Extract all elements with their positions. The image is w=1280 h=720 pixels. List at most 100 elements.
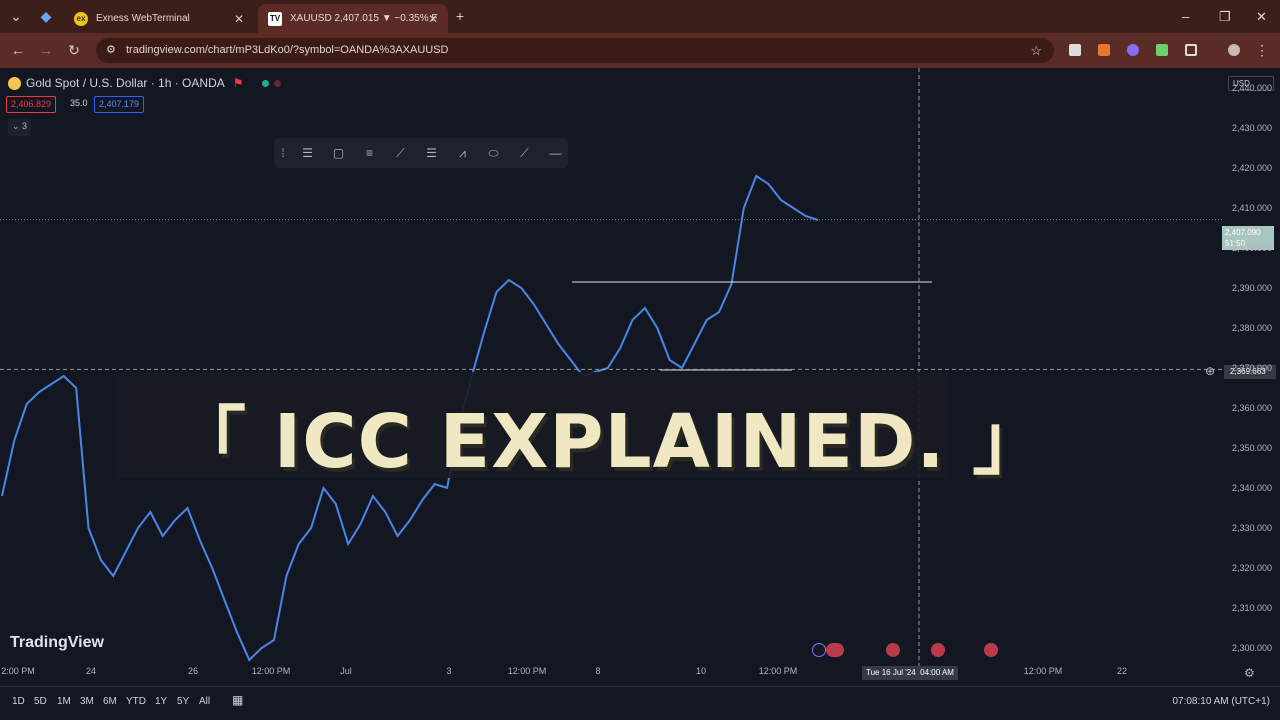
price-axis-tick: 2,380.000 — [1231, 323, 1272, 333]
url-text: tradingview.com/chart/mP3LdKo0/?symbol=O… — [126, 44, 449, 56]
us-event-flag-icon[interactable] — [826, 643, 844, 657]
chevron-down-icon: ⌄ — [12, 121, 23, 131]
drag-handle-icon[interactable]: ⁞ — [280, 146, 286, 160]
site-info-icon[interactable]: ⚙ — [106, 38, 116, 63]
range-5y[interactable]: 5Y — [177, 696, 189, 707]
exness-favicon-icon: ex — [74, 11, 88, 26]
ray-icon[interactable]: ⟋ — [515, 146, 534, 160]
spread-value: 35.0 — [70, 98, 88, 108]
path-icon[interactable]: ⩘ — [453, 146, 472, 160]
time-axis-tick: 12:00 PM — [758, 666, 798, 676]
fib-icon[interactable]: ☰ — [422, 146, 441, 160]
brand-text: TradingView — [10, 634, 104, 651]
time-axis-tick: Jul — [340, 666, 352, 676]
parallel-channel-icon[interactable]: ≡ — [360, 146, 379, 160]
ask-button[interactable]: 2,407.179 — [94, 96, 145, 113]
price-axis-tick: 2,370.000 — [1231, 363, 1272, 373]
gold-symbol-icon — [8, 76, 21, 90]
tradingview-logo: TradingView — [10, 634, 104, 652]
flag-icon[interactable]: ⚑ — [233, 76, 244, 90]
extension-green-icon[interactable] — [1156, 44, 1168, 56]
price-axis-tick: 2,330.000 — [1231, 523, 1272, 533]
time-axis-tick: 8 — [595, 666, 601, 676]
tab-xauusd[interactable]: TV XAUUSD 2,407.015 ▼ −0.35% F ✕ — [258, 4, 448, 33]
price-axis-tick: 2,360.000 — [1231, 403, 1272, 413]
forward-icon[interactable]: → — [38, 42, 54, 58]
extension-icon[interactable] — [1069, 44, 1081, 56]
ellipse-icon[interactable]: ⬭ — [484, 146, 503, 160]
symbol-header[interactable]: Gold Spot / U.S. Dollar · 1h · OANDA ⚑ — [8, 76, 281, 90]
overlay-title: 「 ICC EXPLAINED. 」 — [172, 399, 1048, 485]
reload-icon[interactable]: ↻ — [66, 42, 82, 59]
event-icon[interactable] — [812, 643, 826, 657]
us-event-flag-icon[interactable] — [984, 643, 998, 657]
tab-search-icon[interactable]: ⌄ — [8, 8, 24, 25]
close-tab-icon[interactable]: ✕ — [428, 12, 438, 26]
range-1m[interactable]: 1M — [57, 696, 71, 707]
us-event-flag-icon[interactable] — [886, 643, 900, 657]
range-1y[interactable]: 1Y — [155, 696, 167, 707]
price-axis-tick: 2,350.000 — [1231, 443, 1272, 453]
time-axis-tick: 22 — [1116, 666, 1128, 676]
indicator-count: 3 — [22, 121, 28, 131]
crosshair-time-label: Tue 16 Jul '24 04:00 AM — [862, 666, 958, 680]
pinned-tab-icon[interactable]: ◆ — [38, 8, 54, 25]
bottom-toolbar: 1D 5D 1M 3M 6M YTD 1Y 5Y All ▦ 07:08:10 … — [0, 686, 1280, 720]
price-axis-tick: 2,320.000 — [1231, 563, 1272, 573]
range-all[interactable]: All — [199, 696, 210, 707]
chart-area[interactable]: Gold Spot / U.S. Dollar · 1h · OANDA ⚑ 2… — [0, 68, 1280, 686]
current-price: 2,407.090 — [1225, 228, 1261, 237]
range-6m[interactable]: 6M — [103, 696, 117, 707]
range-3m[interactable]: 3M — [80, 696, 94, 707]
price-axis-tick: 2,400.000 — [1231, 243, 1272, 253]
rectangle-icon[interactable]: ▢ — [329, 146, 348, 160]
time-axis-tick: 3 — [446, 666, 452, 676]
maximize-icon[interactable]: ❐ — [1219, 9, 1231, 25]
trend-line-icon[interactable]: ⟋ — [391, 146, 410, 160]
chart-settings-gear-icon[interactable]: ⚙ — [1244, 666, 1255, 680]
price-axis-tick: 2,430.000 — [1231, 123, 1272, 133]
extension-purple-icon[interactable] — [1127, 44, 1139, 56]
tab-label: XAUUSD 2,407.015 ▼ −0.35% F — [290, 13, 438, 24]
price-axis-tick: 2,410.000 — [1231, 203, 1272, 213]
price-axis-tick: 2,420.000 — [1231, 163, 1272, 173]
market-open-dot — [261, 79, 269, 87]
drawing-toolbar: ⁞ ☰ ▢ ≡ ⟋ ☰ ⩘ ⬭ ⟋ — — [274, 138, 568, 168]
us-event-flag-icon[interactable] — [931, 643, 945, 657]
metamask-icon[interactable] — [1098, 44, 1110, 56]
profile-avatar[interactable] — [1228, 44, 1240, 56]
price-axis-tick: 2,440.000 — [1231, 83, 1272, 93]
time-axis-tick: 10 — [695, 666, 707, 676]
price-axis-tick: 2,390.000 — [1231, 283, 1272, 293]
close-tab-icon[interactable]: ✕ — [234, 12, 244, 26]
time-axis-tick: 12:00 PM — [1023, 666, 1063, 676]
price-axis-tick: 2,310.000 — [1231, 603, 1272, 613]
bid-button[interactable]: 2,406.829 — [6, 96, 57, 113]
range-5d[interactable]: 5D — [34, 696, 47, 707]
address-bar: ← → ↻ ⚙ tradingview.com/chart/mP3LdKo0/?… — [0, 33, 1280, 68]
extensions-puzzle-icon[interactable] — [1185, 44, 1197, 56]
menu-kebab-icon[interactable]: ⋮ — [1254, 42, 1270, 59]
horizontal-line-icon[interactable]: — — [546, 146, 565, 160]
price-axis[interactable]: USD 2,407.090 51:50 2,369.663 2,440.000 2… — [1222, 68, 1280, 668]
crosshair-date: Tue 16 Jul '24 — [866, 668, 916, 677]
new-tab-icon[interactable]: + — [452, 8, 468, 24]
add-alert-plus-icon[interactable]: ⊕ — [1205, 364, 1215, 378]
time-axis-tick: 12:00 PM — [251, 666, 291, 676]
minimize-icon[interactable]: – — [1182, 9, 1189, 24]
range-ytd[interactable]: YTD — [126, 696, 146, 707]
url-field[interactable]: ⚙ tradingview.com/chart/mP3LdKo0/?symbol… — [96, 38, 1054, 63]
time-axis-tick: 26 — [187, 666, 199, 676]
range-1d[interactable]: 1D — [12, 696, 25, 707]
back-icon[interactable]: ← — [10, 42, 26, 58]
symbol-title: Gold Spot / U.S. Dollar · 1h · OANDA — [26, 76, 225, 90]
time-axis-tick: 24 — [85, 666, 97, 676]
bookmark-star-icon[interactable]: ☆ — [1030, 38, 1042, 63]
clock[interactable]: 07:08:10 AM (UTC+1) — [1172, 696, 1270, 707]
tab-exness[interactable]: ex Exness WebTerminal ✕ — [64, 4, 254, 33]
close-window-icon[interactable]: ✕ — [1256, 9, 1267, 25]
indicators-toggle[interactable]: ⌄ 3 — [8, 119, 32, 136]
settings-lines-icon[interactable]: ☰ — [298, 146, 317, 160]
tab-label: Exness WebTerminal — [96, 13, 190, 24]
goto-date-calendar-icon[interactable]: ▦ — [232, 693, 243, 707]
